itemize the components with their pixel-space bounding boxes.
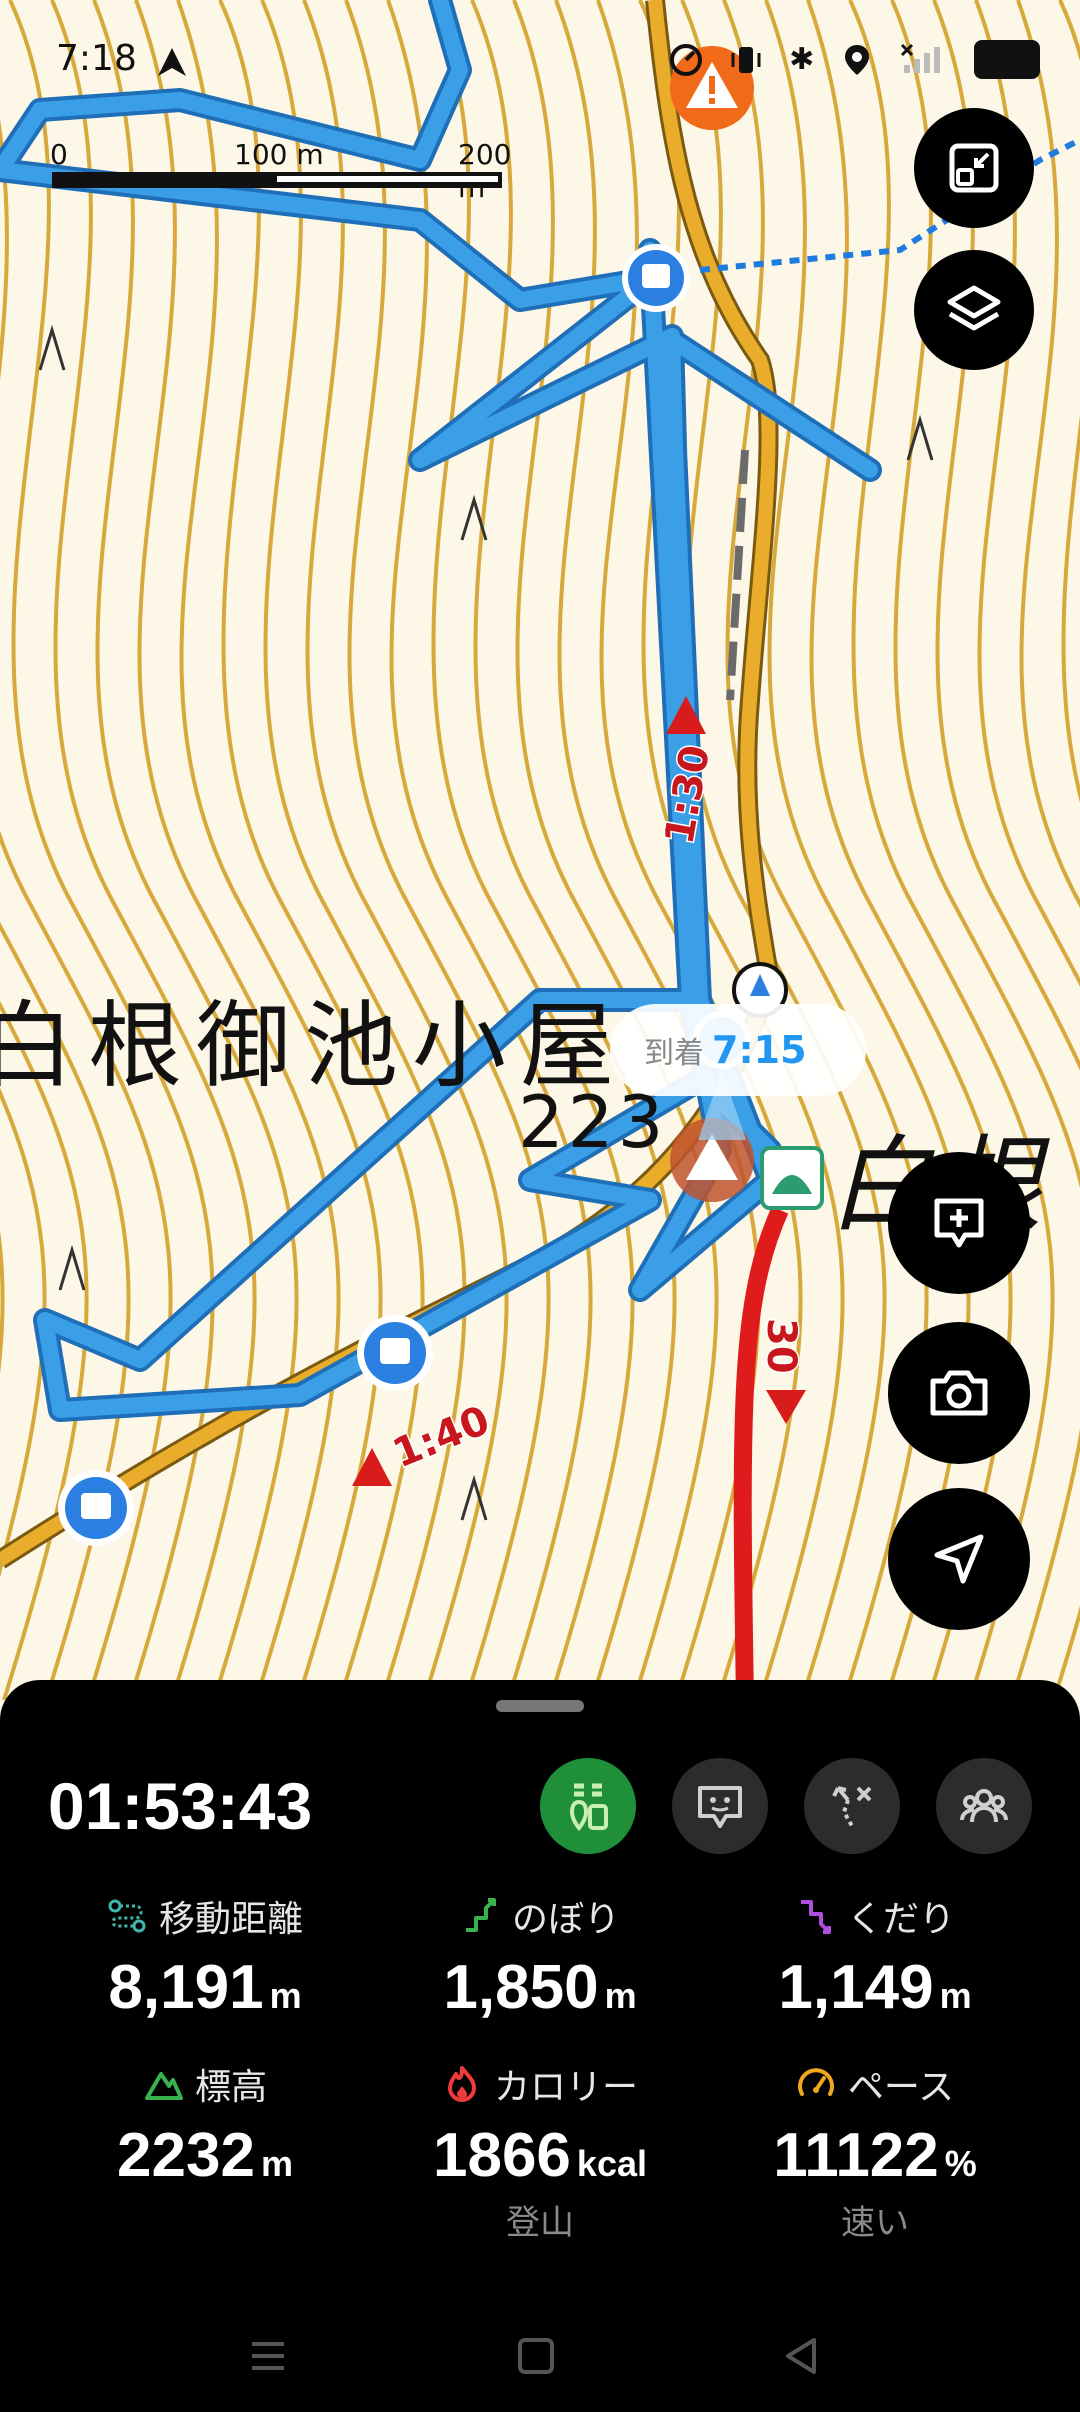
drag-handle[interactable]	[496, 1700, 584, 1712]
stat-calories: カロリー 1866 kcal 登山	[375, 2058, 705, 2244]
arrival-callout[interactable]: 到着 7:15	[610, 1004, 866, 1096]
status-time: 7:18	[56, 38, 137, 79]
route-off-icon	[832, 1786, 872, 1827]
recents-button[interactable]	[228, 2316, 308, 2396]
map-scale: 0 100 m 200 m	[50, 138, 511, 204]
route-time-label: 30	[758, 1318, 804, 1374]
hut-marker[interactable]	[760, 1146, 824, 1210]
location-pin-icon	[845, 44, 870, 75]
fit-screen-icon	[949, 143, 999, 193]
battery-indicator: 73	[974, 40, 1040, 79]
scale-label: 0	[50, 138, 68, 171]
home-icon	[518, 2338, 554, 2374]
add-memo-button[interactable]	[888, 1152, 1030, 1294]
add-memo-icon	[934, 1198, 984, 1248]
stat-unit: m	[260, 2143, 293, 2184]
stat-value: 1,149	[778, 1953, 934, 2022]
bluetooth-icon: ✱	[789, 42, 815, 77]
navigation-arrow-icon	[158, 48, 186, 76]
climb-mode-icon	[569, 1783, 608, 1832]
scale-bar	[52, 172, 502, 188]
stat-unit: %	[944, 2143, 977, 2184]
stat-unit: kcal	[576, 2143, 647, 2184]
stat-label: くだり	[846, 1899, 955, 1940]
stat-value: 1866	[432, 2121, 571, 2190]
recents-icon	[252, 2342, 284, 2370]
ascent-icon	[465, 1898, 496, 1932]
route-off-button[interactable]	[804, 1758, 900, 1854]
back-icon	[786, 2338, 816, 2374]
layers-button[interactable]	[914, 250, 1034, 370]
elapsed-time: 01:53:43	[48, 1769, 313, 1843]
no-signal-icon	[901, 43, 941, 73]
layers-icon	[947, 285, 1001, 331]
descent-icon	[800, 1900, 831, 1934]
stat-descent: くだり 1,149 m	[710, 1890, 1040, 2023]
stat-label: 標高	[194, 2067, 267, 2108]
stat-pace: ペース 11122% 速い	[710, 2058, 1040, 2244]
stat-unit: m	[269, 1975, 302, 2016]
vibrate-icon	[731, 46, 761, 73]
stat-ascent: のぼり 1,850 m	[375, 1890, 705, 2023]
stat-label: カロリー	[493, 2067, 638, 2108]
stat-unit: m	[604, 1975, 637, 2016]
memo-marker[interactable]	[357, 1315, 433, 1391]
activity-panel: 01:53:43 移動距離 8,191 m のぼり 1,850 m くだり 1,14…	[0, 1680, 1080, 2412]
elevation-icon	[144, 2072, 183, 2100]
arrival-time: 7:15	[712, 1028, 807, 1072]
current-location-icon	[934, 1534, 984, 1584]
memo-mode-button[interactable]	[672, 1758, 768, 1854]
stat-value: 11122	[773, 2121, 939, 2190]
memo-marker[interactable]	[58, 1470, 134, 1546]
stat-elevation: 標高 2232 m	[40, 2058, 370, 2191]
stat-value: 1,850	[443, 1953, 599, 2022]
stat-distance: 移動距離 8,191 m	[40, 1890, 370, 2023]
pace-icon	[797, 2068, 834, 2096]
scale-label: 200 m	[458, 138, 512, 204]
stat-label: のぼり	[511, 1899, 620, 1940]
distance-icon	[108, 1899, 146, 1933]
stat-label: 移動距離	[158, 1899, 303, 1940]
home-button[interactable]	[496, 2316, 576, 2396]
stat-label: ペース	[847, 2067, 955, 2108]
camera-button[interactable]	[888, 1322, 1030, 1464]
current-location-button[interactable]	[888, 1488, 1030, 1630]
group-button[interactable]	[936, 1758, 1032, 1854]
speed-limit-icon	[670, 43, 703, 76]
back-button[interactable]	[762, 2316, 842, 2396]
camera-icon	[930, 1370, 988, 1416]
stat-unit: m	[939, 1975, 972, 2016]
climb-mode-button[interactable]	[540, 1758, 636, 1854]
stat-subtext: 速い	[841, 2203, 909, 2243]
stat-subtext: 登山	[506, 2203, 574, 2243]
group-icon	[960, 1789, 1008, 1823]
system-nav-bar	[0, 2302, 1080, 2412]
arrival-label: 到着	[644, 1036, 704, 1071]
stat-value: 2232	[117, 2121, 255, 2190]
memo-marker[interactable]	[622, 244, 690, 312]
calorie-icon	[447, 2066, 476, 2102]
status-bar: 7:18 ✱ 73	[0, 0, 1080, 120]
memo-mode-icon	[698, 1786, 742, 1828]
scale-label: 100 m	[234, 138, 324, 171]
fit-screen-button[interactable]	[914, 108, 1034, 228]
stat-value: 8,191	[108, 1953, 264, 2022]
